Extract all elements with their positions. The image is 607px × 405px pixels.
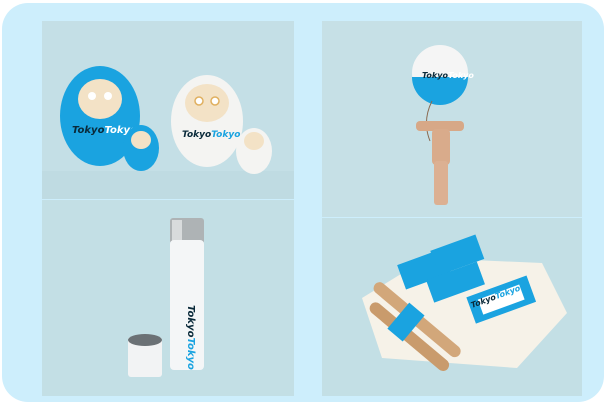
snacks-image: TokyoTokyo: [322, 218, 582, 396]
thermos-image: TokyoTokyo: [42, 200, 294, 396]
white-daruma-brand-label: TokyoTokyo: [182, 130, 240, 140]
daruma-dolls-photo[interactable]: TokyoTokyo TokyoTokyo: [42, 21, 294, 199]
thermos-brand-label: TokyoTokyo: [185, 305, 196, 370]
daruma-dolls-image: TokyoTokyo TokyoTokyo: [42, 21, 294, 199]
kendama-brand-label: TokyoTokyo: [422, 71, 474, 80]
thermos-photo[interactable]: TokyoTokyo: [42, 200, 294, 396]
snacks-photo[interactable]: TokyoTokyo: [322, 218, 582, 396]
gallery-frame: TokyoTokyo TokyoTokyo TokyoTokyo TokyoTo…: [2, 3, 604, 402]
kendama-photo[interactable]: TokyoTokyo: [322, 21, 582, 217]
kendama-image: TokyoTokyo: [322, 21, 582, 217]
